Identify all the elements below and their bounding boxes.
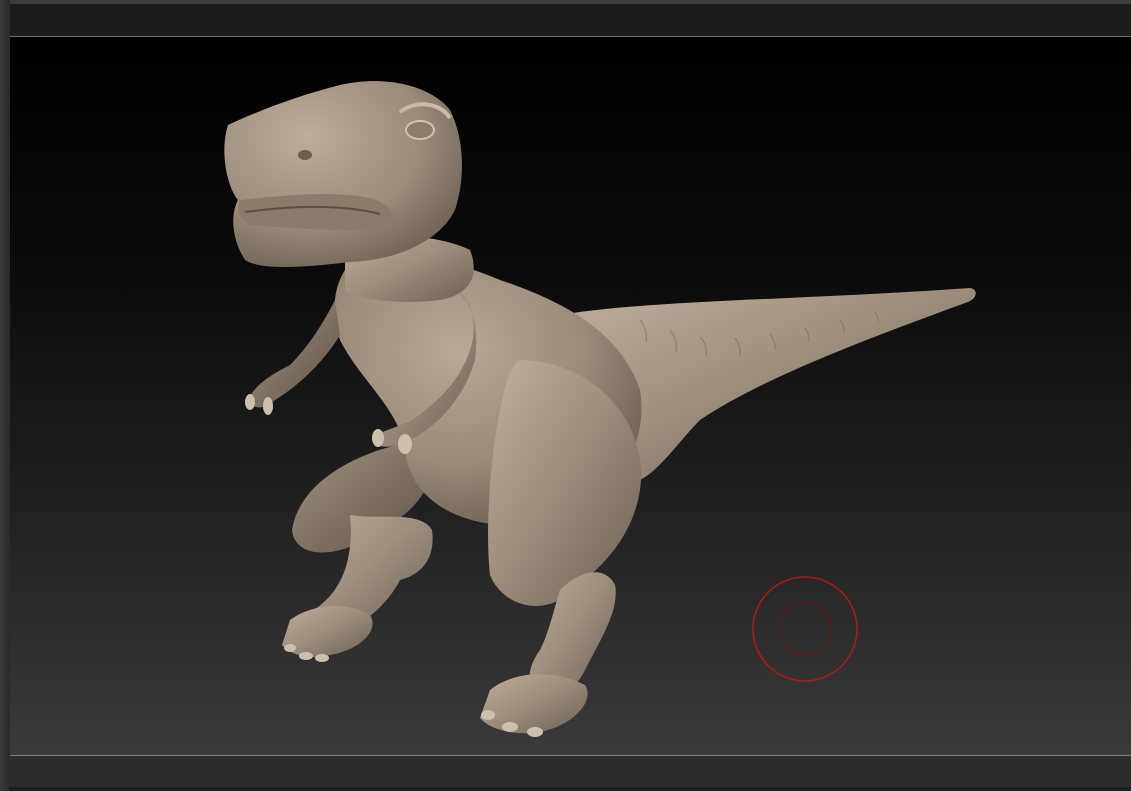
- left-shelf-edge: [0, 0, 10, 791]
- viewport-svg[interactable]: [10, 37, 1131, 755]
- viewport-canvas[interactable]: [10, 37, 1131, 755]
- brush-cursor-icon: [752, 576, 858, 682]
- t-rex-head: [224, 81, 462, 267]
- top-shelf: [10, 0, 1131, 37]
- sculpt-app-window: [0, 0, 1131, 791]
- bottom-shelf: [10, 755, 1131, 791]
- t-rex-nostril: [298, 150, 312, 160]
- t-rex-model[interactable]: [224, 81, 976, 737]
- t-rex-front-foot: [480, 674, 588, 734]
- t-rex-left-arm: [248, 300, 340, 408]
- t-rex-eye: [405, 120, 435, 140]
